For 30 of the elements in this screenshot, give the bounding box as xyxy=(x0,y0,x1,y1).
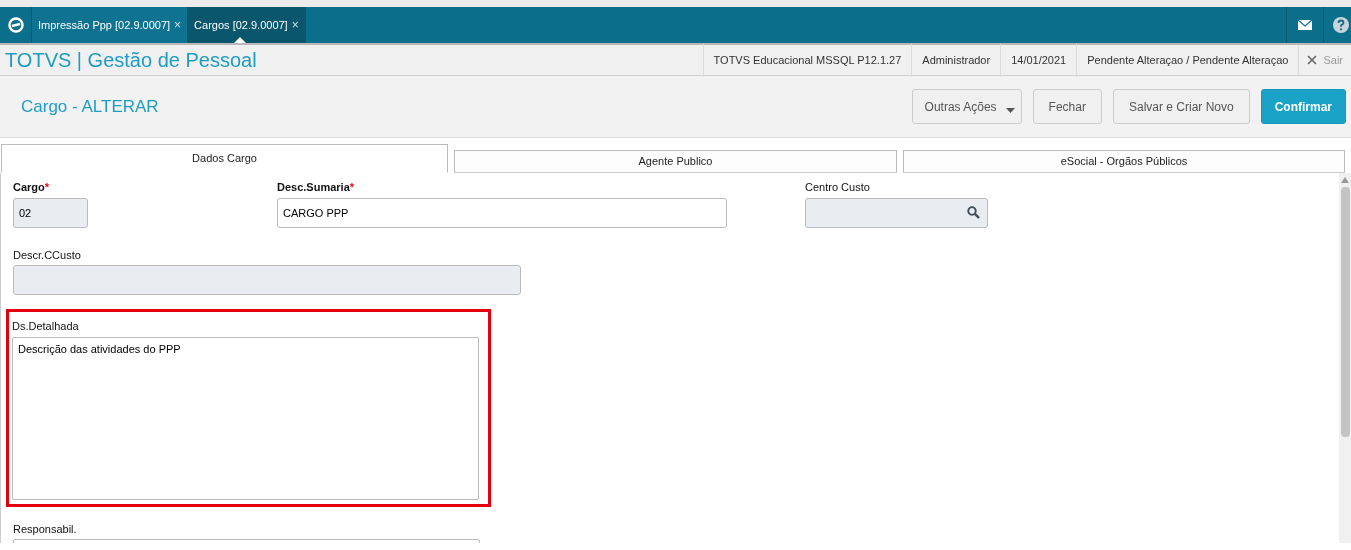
app-tab[interactable]: Cargos [02.9.0007] × xyxy=(188,7,306,43)
form-tab[interactable]: Agente Publico xyxy=(454,150,897,173)
search-icon[interactable] xyxy=(967,205,980,219)
close-icon xyxy=(1307,55,1318,65)
field-label: Cargo* xyxy=(13,180,51,195)
mail-icon[interactable] xyxy=(1298,20,1312,30)
help-icon[interactable] xyxy=(1333,17,1349,33)
scroll-up-icon[interactable] xyxy=(1341,177,1349,183)
tab-pointer-icon xyxy=(234,37,247,43)
text-area[interactable]: Descrição das atividades do PPP xyxy=(12,336,479,500)
logo-icon xyxy=(7,17,24,33)
field-label: Centro Custo xyxy=(805,180,871,195)
close-tab-button[interactable]: × xyxy=(174,16,182,34)
app-tab[interactable]: Impressão Ppp [02.9.0007] × xyxy=(32,7,189,43)
close-tab-button[interactable]: × xyxy=(291,16,299,34)
scrollbar[interactable] xyxy=(1339,173,1351,543)
caret-icon xyxy=(1005,108,1015,113)
scrollbar-thumb[interactable] xyxy=(1340,187,1350,437)
field-label: Desc.Sumaria* xyxy=(277,180,356,195)
page-title: Cargo - ALTERAR xyxy=(20,95,159,118)
form-tab[interactable]: Dados Cargo xyxy=(1,144,448,173)
app-title: TOTVS | Gestão de Pessoal xyxy=(4,48,257,73)
field-label: Descr.CCusto xyxy=(13,247,82,263)
field-label: Ds.Detalhada xyxy=(12,319,80,334)
action-button[interactable]: Salvar e Criar Novo xyxy=(1112,89,1250,124)
input-field[interactable]: CARGO PPP xyxy=(277,197,727,228)
field-label: Responsabil. xyxy=(13,521,78,537)
form-tab[interactable]: eSocial - Orgãos Públicos xyxy=(903,150,1345,173)
action-button[interactable]: Fechar xyxy=(1032,89,1102,124)
more-actions-button[interactable]: Outras Ações xyxy=(911,89,1022,124)
